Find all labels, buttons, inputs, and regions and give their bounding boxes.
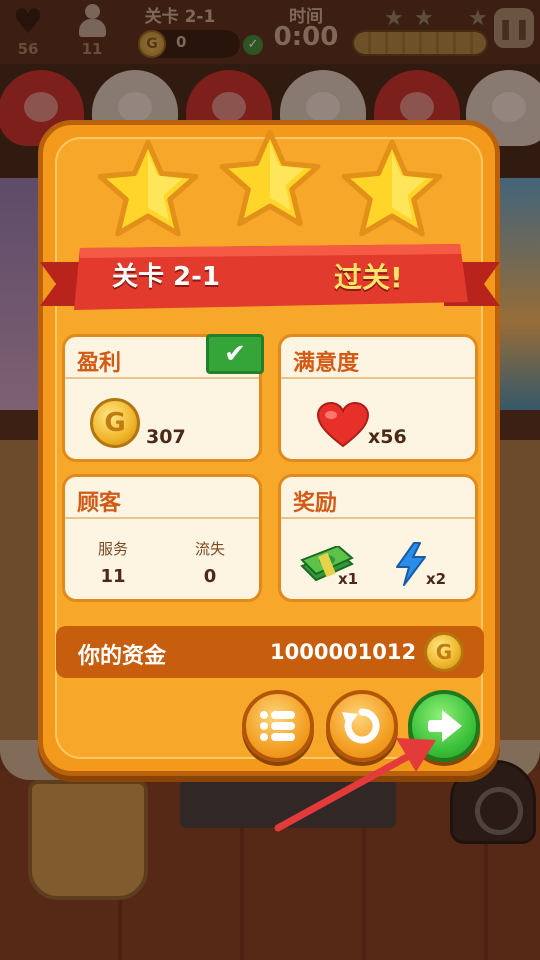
- satisfaction-value: x56: [368, 426, 407, 448]
- arrow-right-icon: [428, 710, 462, 742]
- ribbon-level-label: 关卡 2-1: [112, 262, 221, 292]
- level-menu-button[interactable]: [242, 690, 314, 762]
- energy-reward-count: x2: [426, 570, 447, 588]
- card-divider: [281, 517, 475, 519]
- satisfaction-title: 满意度: [293, 351, 360, 376]
- profit-title: 盈利: [77, 351, 122, 376]
- gold-coin-icon: G: [90, 398, 140, 448]
- card-divider: [65, 377, 259, 379]
- replay-icon: [342, 708, 380, 744]
- list-icon: [260, 711, 295, 741]
- result-star-icon: [96, 138, 200, 238]
- level-ribbon: [40, 240, 500, 320]
- heart-icon: [316, 402, 370, 448]
- result-star-icon: [340, 138, 444, 238]
- customers-title: 顾客: [77, 491, 122, 516]
- funds-label: 你的资金: [78, 644, 167, 669]
- card-divider: [65, 517, 259, 519]
- served-count: 11: [100, 566, 126, 587]
- card-divider: [281, 377, 475, 379]
- profit-amount: 307: [146, 426, 186, 448]
- lost-label: 流失: [194, 540, 225, 558]
- rewards-title: 奖励: [293, 491, 338, 516]
- replay-button[interactable]: [326, 690, 398, 762]
- checkmark-icon: ✔: [206, 334, 264, 374]
- gold-coin-icon: G: [424, 632, 464, 672]
- energy-bolt-icon: [396, 542, 426, 586]
- served-label: 服务: [97, 540, 128, 558]
- lost-count: 0: [203, 566, 217, 587]
- cash-reward-count: x1: [338, 570, 359, 588]
- result-star-icon: [218, 128, 322, 228]
- next-level-button[interactable]: [408, 690, 480, 762]
- funds-value: 1000001012: [270, 640, 417, 664]
- level-cleared-label: 过关!: [334, 261, 403, 294]
